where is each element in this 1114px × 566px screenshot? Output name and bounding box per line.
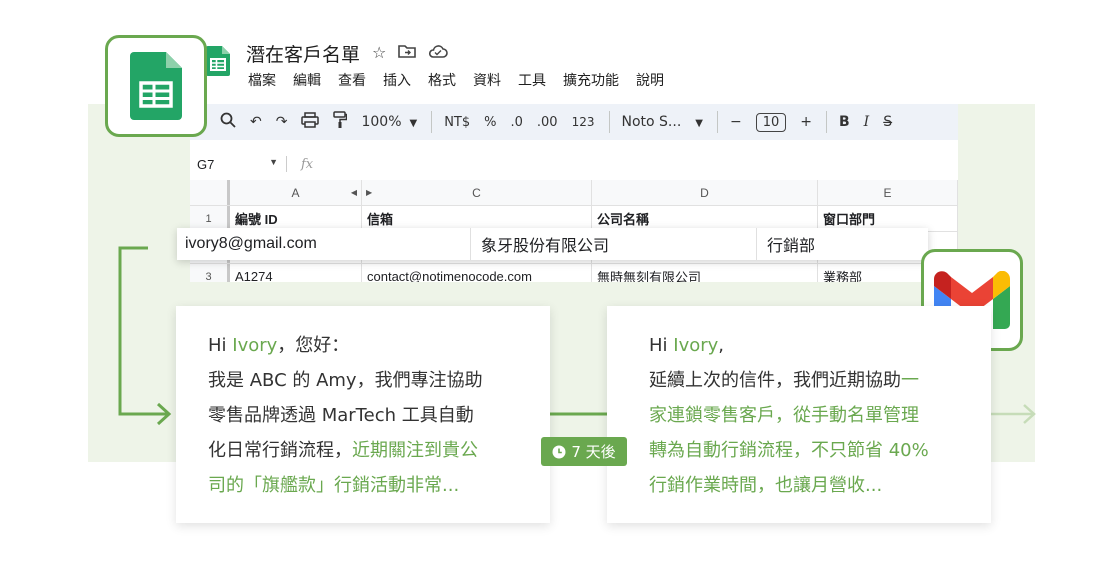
- menu-edit[interactable]: 編輯: [293, 70, 321, 90]
- email-greeting: Hi Ivory,: [649, 335, 725, 356]
- paint-format-icon[interactable]: [333, 111, 348, 133]
- caret-down-icon: ▼: [695, 118, 703, 129]
- formula-bar: G7 ▼ fx: [190, 150, 958, 178]
- table-cell[interactable]: contact@notimenocode.com: [362, 264, 592, 282]
- email-line: 零售品牌透過 MarTech 工具自動: [208, 405, 474, 426]
- email-line: 行銷作業時間，也讓月營收...: [649, 475, 883, 496]
- title-row: 潛在客戶名單 ☆: [246, 40, 449, 67]
- email-line: 化日常行銷流程，近期關注到貴公: [208, 440, 478, 461]
- hidden-column-right-icon[interactable]: ▶: [366, 188, 372, 197]
- cell-reference: G7: [197, 156, 215, 172]
- email-line: 轉為自動行銷流程，不只節省 40%: [649, 440, 929, 461]
- highlighted-row: ivory8@gmail.com 象牙股份有限公司 行銷部: [177, 228, 928, 260]
- delay-badge: 7 天後: [541, 437, 627, 466]
- email-line: 家連鎖零售客戶，從手動名單管理: [649, 405, 919, 426]
- column-header-a[interactable]: A ◀: [230, 180, 362, 205]
- number-format-button[interactable]: 123: [572, 115, 595, 129]
- row-number[interactable]: 3: [190, 264, 230, 282]
- menu-file[interactable]: 檔案: [248, 70, 276, 90]
- toolbar-divider: [716, 111, 718, 133]
- caret-down-icon: ▼: [409, 118, 418, 129]
- toolbar-divider: [431, 111, 433, 133]
- menu-format[interactable]: 格式: [428, 70, 456, 90]
- delay-label: 7 天後: [571, 443, 616, 461]
- caret-down-icon: ▼: [269, 156, 278, 167]
- table-cell[interactable]: A1274: [230, 264, 362, 282]
- undo-icon[interactable]: ↶: [250, 114, 262, 130]
- search-icon[interactable]: [220, 112, 236, 132]
- percent-format-button[interactable]: %: [484, 115, 496, 130]
- highlight-department[interactable]: 行銷部: [757, 228, 928, 260]
- sheets-small-icon: [206, 46, 230, 81]
- font-size-input[interactable]: 10: [755, 112, 787, 132]
- email-card-followup: Hi Ivory, 延續上次的信件，我們近期協助一 家連鎖零售客戶，從手動名單管…: [607, 306, 991, 523]
- cloud-saved-icon[interactable]: [428, 44, 449, 63]
- column-header-d[interactable]: D: [592, 180, 818, 205]
- google-sheets-icon: [130, 52, 182, 120]
- select-all-corner[interactable]: [190, 180, 230, 205]
- move-folder-icon[interactable]: [398, 44, 417, 63]
- column-header-row: A ◀ ▶ C D E: [190, 180, 958, 206]
- italic-button[interactable]: I: [864, 114, 870, 130]
- email-line: 司的「旗艦款」行銷活動非常...: [208, 475, 460, 496]
- document-title[interactable]: 潛在客戶名單: [246, 40, 360, 67]
- decrease-decimal-button[interactable]: .0: [511, 115, 523, 130]
- menu-insert[interactable]: 插入: [383, 70, 411, 90]
- email-greeting: Hi Ivory，您好：: [208, 335, 350, 356]
- column-header-e[interactable]: E: [818, 180, 958, 205]
- toolbar-divider: [608, 111, 610, 133]
- clock-icon: [552, 445, 566, 458]
- column-header-c[interactable]: ▶ C: [362, 180, 592, 205]
- menu-extensions[interactable]: 擴充功能: [563, 70, 619, 90]
- table-row: 3 A1274 contact@notimenocode.com 無時無刻有限公…: [190, 264, 958, 282]
- email-line: 我是 ABC 的 Amy，我們專注協助: [208, 370, 483, 391]
- star-icon[interactable]: ☆: [372, 43, 386, 63]
- highlight-company[interactable]: 象牙股份有限公司: [471, 228, 757, 260]
- menu-help[interactable]: 說明: [636, 70, 664, 90]
- font-size-increase-button[interactable]: +: [800, 114, 812, 130]
- menu-data[interactable]: 資料: [473, 70, 501, 90]
- bold-button[interactable]: B: [839, 114, 850, 130]
- font-select[interactable]: Noto S... ▼: [622, 114, 703, 130]
- fx-icon: fx: [301, 156, 314, 172]
- hidden-column-left-icon[interactable]: ◀: [351, 188, 357, 197]
- email-card-first: Hi Ivory，您好： 我是 ABC 的 Amy，我們專注協助 零售品牌透過 …: [176, 306, 550, 523]
- increase-decimal-button[interactable]: .00: [537, 115, 558, 130]
- strikethrough-icon[interactable]: S̶: [883, 114, 892, 130]
- table-cell[interactable]: 無時無刻有限公司: [592, 264, 818, 282]
- menu-bar: 檔案 編輯 查看 插入 格式 資料 工具 擴充功能 說明: [248, 70, 664, 90]
- recipient-name: Ivory: [673, 335, 719, 356]
- toolbar: ↶ ↷ 100% ▼ NT$ % .0 .00 123 Noto S... ▼ − …: [190, 104, 958, 140]
- print-icon[interactable]: [301, 112, 320, 132]
- google-sheets-icon-box: [105, 35, 207, 137]
- redo-icon[interactable]: ↷: [276, 114, 288, 130]
- highlight-email[interactable]: ivory8@gmail.com: [177, 228, 471, 260]
- toolbar-divider: [826, 111, 827, 133]
- email-line: 延續上次的信件，我們近期協助一: [649, 370, 919, 391]
- name-box[interactable]: G7 ▼: [190, 157, 286, 172]
- zoom-select[interactable]: 100% ▼: [361, 114, 417, 130]
- font-name: Noto S...: [621, 114, 682, 130]
- formula-divider: [286, 156, 287, 172]
- currency-format-button[interactable]: NT$: [444, 115, 470, 130]
- menu-view[interactable]: 查看: [338, 70, 366, 90]
- font-size-decrease-button[interactable]: −: [730, 114, 742, 130]
- recipient-name: Ivory: [232, 335, 278, 356]
- zoom-value: 100%: [361, 114, 402, 130]
- menu-tools[interactable]: 工具: [518, 70, 546, 90]
